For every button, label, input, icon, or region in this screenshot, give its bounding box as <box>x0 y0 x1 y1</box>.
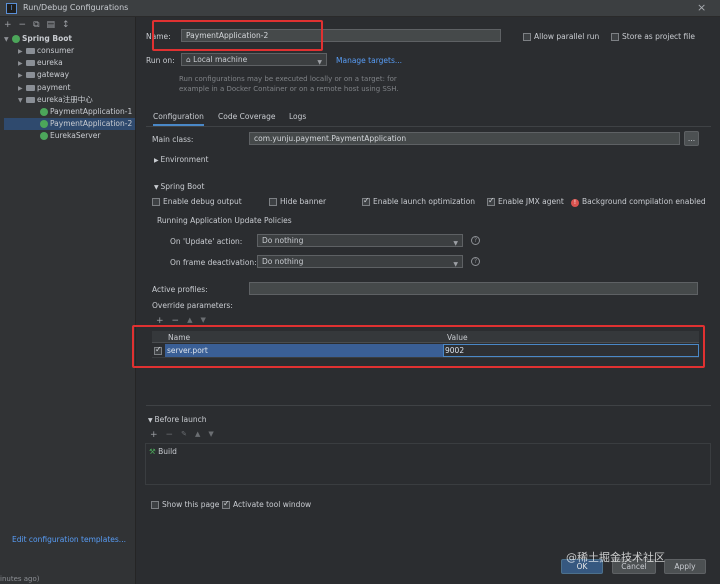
on-update-label: On 'Update' action: <box>170 237 243 246</box>
checkbox-box[interactable] <box>151 501 159 509</box>
folder-icon <box>26 72 35 78</box>
on-frame-label: On frame deactivation: <box>170 258 257 267</box>
tree-config-payment-2[interactable]: PaymentApplication-2 <box>4 118 135 130</box>
run-on-label: Run on: <box>146 56 175 65</box>
main-class-field[interactable]: com.yunju.payment.PaymentApplication <box>249 132 680 145</box>
checkbox-box[interactable] <box>269 198 277 206</box>
remove-task-icon[interactable]: − <box>166 430 174 440</box>
chevron-down-icon: ▼ <box>317 59 322 66</box>
before-launch-toolbar: + − ✎ ▲ ▼ <box>150 430 214 440</box>
edit-templates-link[interactable]: Edit configuration templates... <box>12 535 126 544</box>
checkbox-box[interactable] <box>152 198 160 206</box>
chevron-down-icon: ▼ <box>453 240 458 247</box>
move-up-icon[interactable]: ▲ <box>195 430 200 440</box>
tab-configuration[interactable]: Configuration <box>153 112 204 126</box>
tree-item-consumer[interactable]: ▶ consumer <box>18 45 74 57</box>
watermark: @稀土掘金技术社区 <box>566 551 665 564</box>
spring-boot-section[interactable]: ▼ Spring Boot <box>154 182 204 191</box>
tree-root-spring-boot[interactable]: ▼ Spring Boot <box>4 33 134 45</box>
warning-icon: ! <box>571 199 579 207</box>
edit-task-icon[interactable]: ✎ <box>181 430 187 440</box>
browse-main-class-button[interactable]: ... <box>684 131 699 146</box>
status-text: inutes ago) <box>0 575 40 583</box>
run-on-hint-2: example in a Docker Container or on a re… <box>179 85 399 93</box>
chevron-right-icon: ▶ <box>18 72 23 79</box>
folder-icon <box>26 48 35 54</box>
jmx-agent-checkbox[interactable]: Enable JMX agent <box>487 196 564 206</box>
enable-debug-checkbox[interactable]: Enable debug output <box>152 197 242 206</box>
show-page-checkbox[interactable]: Show this page <box>151 500 219 509</box>
remove-config-icon[interactable]: − <box>19 20 27 30</box>
app-icon: I <box>6 3 17 14</box>
active-profiles-label: Active profiles: <box>152 285 208 294</box>
folder-icon <box>26 60 35 66</box>
close-icon[interactable]: × <box>697 1 706 14</box>
tab-divider <box>146 126 711 127</box>
sort-icon[interactable]: ↕ <box>62 20 70 30</box>
environment-section[interactable]: ▶ Environment <box>154 155 208 164</box>
run-on-hint-1: Run configurations may be executed local… <box>179 75 397 83</box>
folder-icon[interactable]: ▤ <box>47 20 56 30</box>
launch-optimization-checkbox[interactable]: Enable launch optimization <box>362 196 475 206</box>
add-config-icon[interactable]: + <box>4 20 12 30</box>
checkbox-box[interactable] <box>487 196 495 206</box>
chevron-down-icon: ▼ <box>453 261 458 268</box>
add-task-icon[interactable]: + <box>150 430 158 440</box>
tree-toolbar: + − ⧉ ▤ ↕ <box>4 20 70 30</box>
allow-parallel-checkbox[interactable]: Allow parallel run <box>523 32 599 41</box>
move-down-icon[interactable]: ▼ <box>208 430 213 440</box>
main-class-label: Main class: <box>152 135 194 144</box>
copy-config-icon[interactable]: ⧉ <box>33 20 39 30</box>
build-icon: ⚒ <box>149 447 159 456</box>
checkbox-box[interactable] <box>362 196 370 206</box>
on-update-select[interactable]: Do nothing ▼ <box>257 234 463 247</box>
store-project-checkbox[interactable]: Store as project file <box>611 32 695 41</box>
help-icon[interactable]: ? <box>471 257 480 266</box>
checkbox-box[interactable] <box>222 499 230 509</box>
tree-item-payment[interactable]: ▶ payment <box>18 82 70 94</box>
title-bar: I Run/Debug Configurations × <box>0 0 720 17</box>
override-params-label: Override parameters: <box>152 301 233 310</box>
before-launch-section[interactable]: ▼ Before launch <box>148 415 207 424</box>
spring-boot-icon <box>12 35 20 43</box>
hide-banner-checkbox[interactable]: Hide banner <box>269 197 326 206</box>
highlight-params <box>132 325 705 368</box>
spring-boot-icon <box>40 132 48 140</box>
tree-item-gateway[interactable]: ▶ gateway <box>18 69 69 81</box>
list-item[interactable]: ⚒ Build <box>149 447 177 456</box>
chevron-down-icon: ▼ <box>4 36 9 43</box>
activate-tool-checkbox[interactable]: Activate tool window <box>222 499 311 509</box>
manage-targets-link[interactable]: Manage targets... <box>336 56 402 65</box>
apply-button[interactable]: Apply <box>664 559 706 574</box>
section-divider <box>146 405 711 406</box>
checkbox-box[interactable] <box>611 33 619 41</box>
folder-icon <box>26 85 35 91</box>
spring-boot-icon <box>40 120 48 128</box>
run-on-select[interactable]: ⌂ Local machine ▼ <box>181 53 327 66</box>
on-frame-select[interactable]: Do nothing ▼ <box>257 255 463 268</box>
highlight-name <box>152 20 323 51</box>
help-icon[interactable]: ? <box>471 236 480 245</box>
checkbox-box[interactable] <box>523 33 531 41</box>
active-profiles-field[interactable] <box>249 282 698 295</box>
window-title: Run/Debug Configurations <box>23 3 129 12</box>
tree-config-eureka-server[interactable]: EurekaServer <box>40 130 100 142</box>
tab-logs[interactable]: Logs <box>289 112 306 121</box>
tree-config-payment-1[interactable]: PaymentApplication-1 <box>40 106 132 118</box>
tree-item-eureka-registry[interactable]: ▼ eureka注册中心 <box>18 94 93 106</box>
bg-compilation-warning: ! Background compilation enabled <box>571 197 706 207</box>
policies-title: Running Application Update Policies <box>157 216 292 225</box>
before-launch-list: ⚒ Build <box>145 443 711 485</box>
tab-code-coverage[interactable]: Code Coverage <box>218 112 276 121</box>
folder-icon <box>26 97 35 103</box>
tree-item-eureka[interactable]: ▶ eureka <box>18 57 63 69</box>
spring-boot-icon <box>40 108 48 116</box>
chevron-down-icon: ▼ <box>18 97 23 104</box>
